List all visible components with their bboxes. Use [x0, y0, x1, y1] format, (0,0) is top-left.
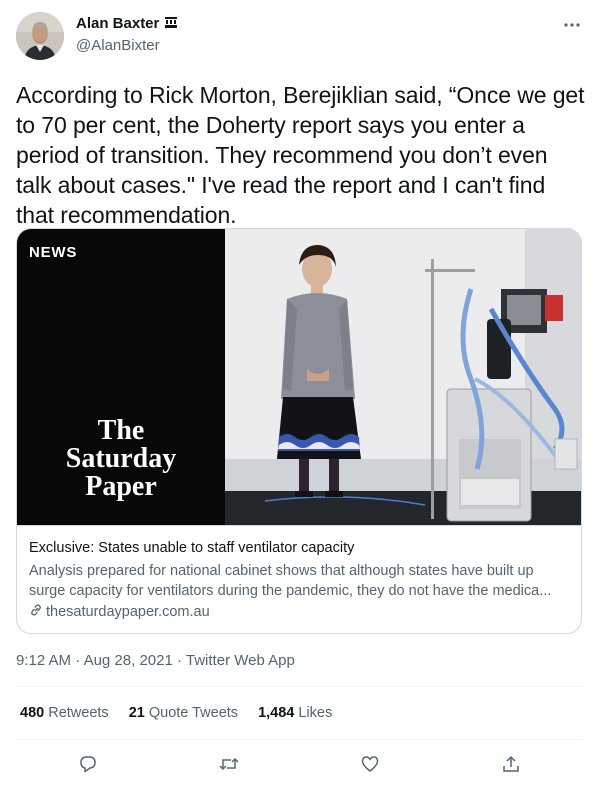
tweet-meta: 9:12 AM · Aug 28, 2021 · Twitter Web App	[16, 652, 295, 669]
tweet-source[interactable]: Twitter Web App	[186, 652, 295, 669]
tweet-text: According to Rick Morton, Berejiklian sa…	[16, 82, 585, 228]
share-icon[interactable]	[494, 750, 528, 778]
reply-icon[interactable]	[71, 750, 105, 778]
link-icon	[29, 603, 43, 621]
card-media[interactable]: NEWS The Saturday Paper	[17, 229, 581, 526]
meta-separator: ·	[75, 652, 81, 669]
card-description-line: Analysis prepared for national cabinet s…	[29, 563, 534, 579]
quote-tweets-label: Quote Tweets	[148, 705, 239, 721]
card-domain[interactable]: thesaturdaypaper.com.au	[29, 603, 210, 621]
masthead-line: The	[97, 415, 145, 446]
tweet-time[interactable]: 9:12 AM	[16, 652, 71, 669]
masthead-line: Saturday	[65, 443, 177, 474]
tweet-stats: 480 Retweets 21 Quote Tweets 1,484 Likes	[20, 705, 332, 721]
news-label: NEWS	[29, 244, 78, 261]
divider	[16, 686, 582, 687]
card-title[interactable]: Exclusive: States unable to staff ventil…	[29, 540, 354, 556]
card-domain-text[interactable]: thesaturdaypaper.com.au	[46, 604, 210, 620]
avatar-image	[16, 12, 64, 60]
like-icon[interactable]	[353, 750, 387, 778]
publication-masthead: The Saturday Paper	[17, 417, 225, 501]
masthead-line: Paper	[85, 471, 157, 502]
retweet-icon[interactable]	[212, 750, 246, 778]
article-photo	[225, 229, 581, 525]
likes-stat[interactable]: 1,484 Likes	[258, 705, 332, 721]
likes-count: 1,484	[258, 705, 295, 721]
quote-tweets-stat[interactable]: 21 Quote Tweets	[129, 705, 238, 721]
tweet: Alan Baxter @AlanBixter According to Ric…	[0, 0, 598, 787]
author-display-name[interactable]: Alan Baxter	[76, 15, 159, 32]
crown-icon	[164, 16, 178, 31]
divider	[16, 739, 582, 740]
likes-label: Likes	[298, 705, 333, 721]
meta-separator: ·	[176, 652, 182, 669]
card-description: Analysis prepared for national cabinet s…	[29, 561, 571, 601]
card-brand-panel: NEWS The Saturday Paper	[17, 229, 225, 525]
retweets-label: Retweets	[48, 705, 109, 721]
card-description-line: surge capacity for ventilators during th…	[29, 583, 552, 599]
retweets-count: 480	[20, 705, 45, 721]
more-options-icon[interactable]	[560, 16, 584, 34]
link-card[interactable]: NEWS The Saturday Paper Exclusive: State…	[16, 228, 582, 634]
author-name-row[interactable]: Alan Baxter	[76, 15, 178, 32]
author-handle[interactable]: @AlanBixter	[76, 37, 160, 54]
retweets-stat[interactable]: 480 Retweets	[20, 705, 109, 721]
tweet-actions	[0, 750, 598, 778]
tweet-date[interactable]: Aug 28, 2021	[84, 652, 173, 669]
quote-tweets-count: 21	[128, 705, 145, 721]
avatar[interactable]	[16, 12, 64, 60]
